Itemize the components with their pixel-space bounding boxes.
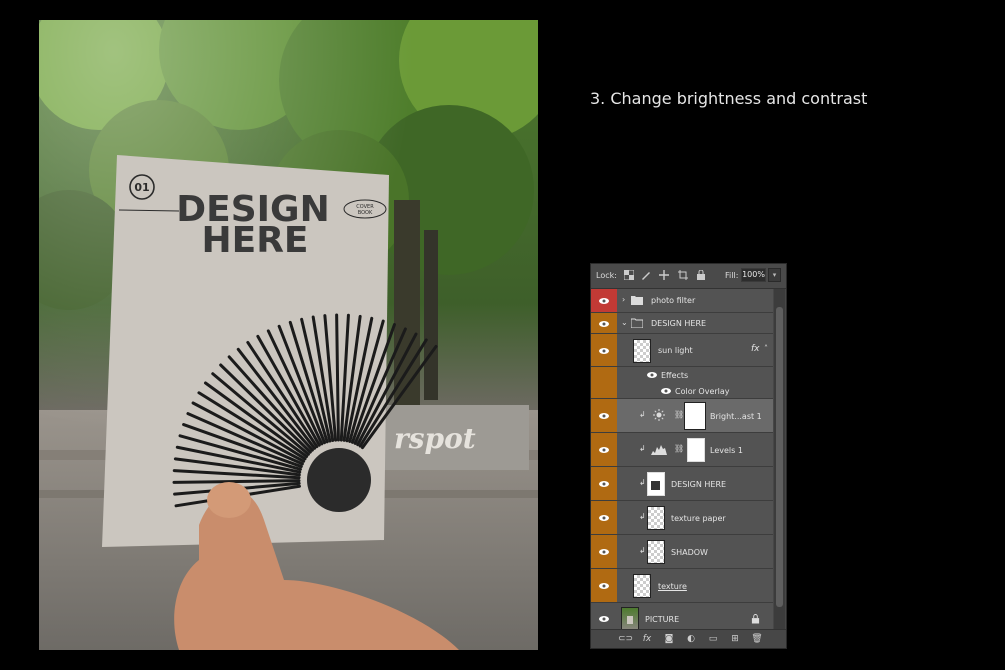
layer-row-design-smart[interactable]: ↲ DESIGN HERE: [591, 467, 773, 501]
visibility-eye-icon[interactable]: [599, 479, 609, 489]
clip-arrow-icon: ↲: [639, 478, 646, 487]
link-layers-icon[interactable]: ⊂⊃: [618, 633, 633, 645]
instruction-text: 3. Change brightness and contrast: [590, 89, 868, 108]
lock-icon: [751, 614, 760, 624]
visibility-eye-icon[interactable]: [599, 411, 609, 421]
visibility-eye-icon[interactable]: [599, 445, 609, 455]
layer-row-brightness-contrast[interactable]: ↲ ⛓ Bright...ast 1: [591, 399, 773, 433]
collapse-effects-icon[interactable]: ˄: [764, 344, 768, 353]
lock-transparent-icon[interactable]: [624, 270, 634, 280]
mask-thumbnail[interactable]: [684, 402, 706, 430]
color-overlay-label: Color Overlay: [675, 387, 730, 396]
layer-thumbnail: [647, 506, 665, 530]
layer-row-shadow[interactable]: ↲ SHADOW: [591, 535, 773, 569]
scrollbar-thumb[interactable]: [776, 307, 783, 607]
clip-arrow-icon: ↲: [639, 444, 646, 453]
folder-icon: [631, 296, 643, 305]
visibility-eye-icon[interactable]: [599, 614, 609, 624]
layer-name: Levels 1: [710, 446, 743, 455]
layer-name: DESIGN HERE: [651, 319, 707, 328]
layer-name: sun light: [658, 346, 693, 355]
color-overlay-row[interactable]: Color Overlay: [591, 383, 773, 399]
clip-arrow-icon: ↲: [639, 512, 646, 521]
layer-row-photo-filter[interactable]: › photo filter: [591, 289, 773, 313]
layer-row-texture[interactable]: texture: [591, 569, 773, 603]
mockup-photo: rspot 01 DESIGN HERE COVER BOOK: [39, 20, 538, 650]
lock-artboard-icon[interactable]: [678, 270, 688, 280]
expand-chevron-icon[interactable]: ›: [622, 295, 625, 304]
add-style-icon[interactable]: fx: [641, 633, 653, 645]
headline-here: HERE: [201, 220, 308, 261]
folder-open-icon: [631, 318, 643, 328]
layer-name: photo filter: [651, 296, 696, 305]
smart-object-thumbnail: [647, 472, 665, 496]
burst-line: [335, 313, 340, 442]
visibility-eye-icon[interactable]: [599, 319, 609, 329]
color-overlay-eye-icon[interactable]: [661, 386, 671, 396]
effects-row[interactable]: Effects: [591, 367, 773, 383]
layer-row-texture-paper[interactable]: ↲ texture paper: [591, 501, 773, 535]
clip-arrow-icon: ↲: [639, 410, 646, 419]
layer-name: texture: [658, 582, 687, 591]
burst-line: [172, 479, 301, 484]
fx-badge-icon[interactable]: fx: [751, 344, 760, 354]
brightness-icon: [653, 409, 665, 421]
expand-chevron-icon[interactable]: ⌄: [621, 318, 628, 327]
layer-row-design-group[interactable]: ⌄ DESIGN HERE: [591, 313, 773, 334]
lock-paint-icon[interactable]: [641, 270, 651, 280]
layers-toolbar: ⊂⊃ fx ◙ ◐ ▭ ⊞ 🗑: [591, 629, 786, 648]
picture-thumbnail: [621, 607, 639, 631]
visibility-eye-icon[interactable]: [599, 513, 609, 523]
clip-arrow-icon: ↲: [639, 546, 646, 555]
layer-row-levels[interactable]: ↲ ⛓ Levels 1: [591, 433, 773, 467]
visibility-eye-icon[interactable]: [599, 296, 609, 306]
visibility-eye-icon[interactable]: [599, 547, 609, 557]
lock-all-icon[interactable]: [696, 270, 706, 280]
layers-scrollbar[interactable]: [774, 289, 785, 629]
layer-name: SHADOW: [671, 548, 708, 557]
fill-input[interactable]: 100%: [741, 268, 766, 282]
delete-layer-icon[interactable]: 🗑: [751, 633, 763, 645]
layer-row-sun-light[interactable]: sun light fx ˄: [591, 334, 773, 367]
lock-bar: Lock: Fill: 100% ▾: [591, 264, 786, 289]
lock-move-icon[interactable]: [659, 270, 669, 280]
layer-name: DESIGN HERE: [671, 480, 727, 489]
visibility-eye-icon[interactable]: [599, 581, 609, 591]
adjustment-layer-icon[interactable]: ◐: [685, 633, 697, 645]
layer-name: texture paper: [671, 514, 726, 523]
add-mask-icon[interactable]: ◙: [663, 633, 675, 645]
layer-thumbnail: [633, 339, 651, 363]
levels-histogram-icon: [651, 445, 667, 455]
new-layer-icon[interactable]: ⊞: [729, 633, 741, 645]
layers-panel: Lock: Fill: 100% ▾ › photo filter ⌄ DESI…: [590, 263, 787, 649]
layer-thumbnail: [633, 574, 651, 598]
lock-label: Lock:: [596, 271, 617, 280]
visibility-eye-icon[interactable]: [599, 346, 609, 356]
layer-list: › photo filter ⌄ DESIGN HERE sun light f…: [591, 289, 773, 635]
badge-number: 01: [134, 181, 149, 194]
layer-name: Bright...ast 1: [710, 412, 762, 421]
fill-dropdown-icon[interactable]: ▾: [768, 268, 781, 282]
layer-thumbnail: [647, 540, 665, 564]
effects-label: Effects: [661, 371, 689, 380]
new-group-icon[interactable]: ▭: [707, 633, 719, 645]
fill-label: Fill:: [725, 271, 739, 280]
layer-name: PICTURE: [645, 615, 680, 624]
tag-book: BOOK: [358, 210, 373, 216]
link-chain-icon[interactable]: ⛓: [674, 410, 684, 419]
mask-thumbnail[interactable]: [687, 438, 705, 462]
link-chain-icon[interactable]: ⛓: [674, 444, 684, 453]
effects-eye-icon[interactable]: [647, 370, 657, 380]
